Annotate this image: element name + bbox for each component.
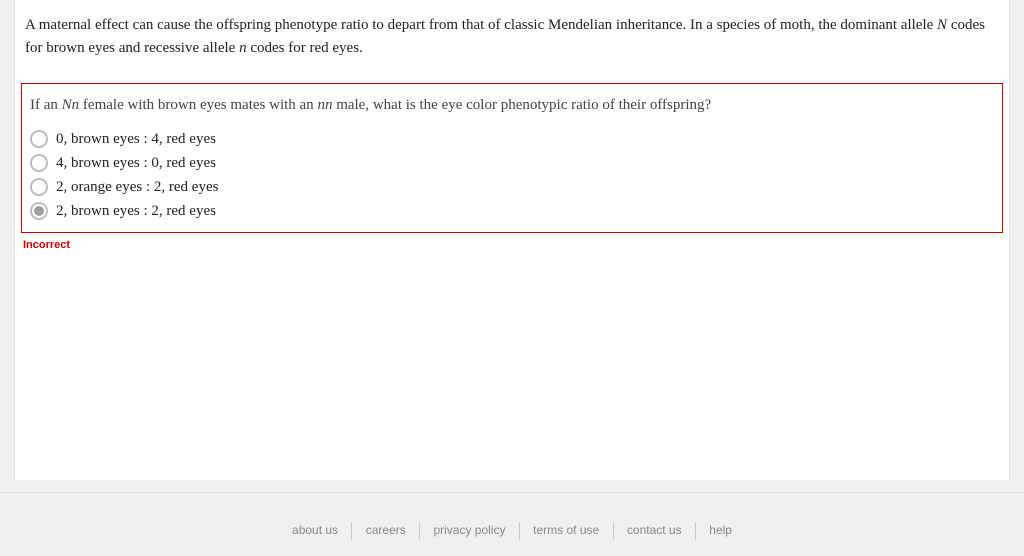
intro-text: A maternal effect can cause the offsprin… [15, 0, 1009, 81]
intro-allele-N: N [937, 17, 947, 33]
footer-link-privacy[interactable]: privacy policy [423, 523, 515, 537]
divider-icon [419, 522, 420, 540]
option-label: 2, orange eyes : 2, red eyes [56, 179, 218, 196]
option-2[interactable]: 2, orange eyes : 2, red eyes [30, 178, 994, 196]
q-part3: male, what is the eye color phenotypic r… [332, 97, 711, 113]
option-0[interactable]: 0, brown eyes : 4, red eyes [30, 130, 994, 148]
footer-link-terms[interactable]: terms of use [523, 523, 609, 537]
footer-link-contact[interactable]: contact us [617, 523, 692, 537]
option-label: 0, brown eyes : 4, red eyes [56, 131, 216, 148]
content-card: A maternal effect can cause the offsprin… [14, 0, 1010, 480]
options-list: 0, brown eyes : 4, red eyes 4, brown eye… [30, 130, 994, 220]
q-genotype-2: nn [317, 97, 332, 113]
feedback-text: Incorrect [15, 233, 1009, 251]
radio-icon [30, 130, 48, 148]
intro-allele-n: n [239, 40, 247, 56]
q-part2: female with brown eyes mates with an [79, 97, 317, 113]
option-label: 4, brown eyes : 0, red eyes [56, 155, 216, 172]
divider-icon [351, 522, 352, 540]
radio-icon [30, 202, 48, 220]
radio-icon [30, 178, 48, 196]
footer-link-careers[interactable]: careers [356, 523, 416, 537]
divider-icon [695, 522, 696, 540]
divider-icon [519, 522, 520, 540]
radio-icon [30, 154, 48, 172]
option-1[interactable]: 4, brown eyes : 0, red eyes [30, 154, 994, 172]
option-3[interactable]: 2, brown eyes : 2, red eyes [30, 202, 994, 220]
question-text: If an Nn female with brown eyes mates wi… [30, 94, 994, 117]
footer-link-help[interactable]: help [699, 523, 742, 537]
q-genotype-1: Nn [62, 97, 80, 113]
footer-link-about[interactable]: about us [282, 523, 348, 537]
divider-icon [613, 522, 614, 540]
intro-part1: A maternal effect can cause the offsprin… [25, 17, 937, 33]
intro-part3: codes for red eyes. [247, 40, 363, 56]
option-label: 2, brown eyes : 2, red eyes [56, 203, 216, 220]
divider [0, 492, 1024, 493]
question-box: If an Nn female with brown eyes mates wi… [21, 83, 1003, 234]
footer-nav: about us careers privacy policy terms of… [0, 522, 1024, 540]
q-part1: If an [30, 97, 62, 113]
